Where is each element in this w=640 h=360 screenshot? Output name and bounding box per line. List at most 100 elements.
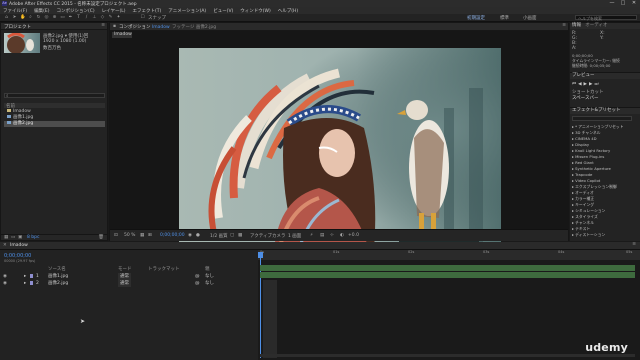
layer-mode[interactable]: 通常 bbox=[118, 280, 131, 287]
snapshot-icon[interactable]: ◉ bbox=[188, 233, 192, 238]
tab-timeline-comp[interactable]: Imadow bbox=[10, 243, 28, 248]
panel-menu-icon[interactable]: ≡ bbox=[101, 23, 105, 28]
comp-navigator-tab[interactable]: Imadow bbox=[112, 32, 132, 38]
layer-mode[interactable]: 通常 bbox=[118, 273, 131, 280]
clone-tool-icon[interactable]: ⊥ bbox=[92, 15, 97, 20]
menu-edit[interactable]: 編集(E) bbox=[34, 8, 49, 14]
tab-composition[interactable]: コンポジション Imadow bbox=[119, 24, 170, 30]
workspace-default[interactable]: 初期設定 bbox=[467, 15, 485, 21]
selection-tool-icon[interactable]: ➤ bbox=[12, 15, 17, 20]
layer-parent[interactable]: なし bbox=[205, 273, 214, 280]
menu-file[interactable]: ファイル(F) bbox=[3, 8, 27, 14]
color-channel-icon[interactable]: ● bbox=[196, 233, 200, 238]
pan-behind-tool-icon[interactable]: ⊕ bbox=[52, 15, 57, 20]
layer-parent[interactable]: なし bbox=[205, 280, 214, 287]
effect-category[interactable]: ▸ Knoll Light Factory bbox=[572, 148, 610, 153]
timeline-icon[interactable]: ▤ bbox=[320, 233, 324, 238]
col-trkmat[interactable]: トラックマット bbox=[148, 266, 180, 272]
pickwhip-icon[interactable]: @ bbox=[195, 273, 200, 280]
eraser-tool-icon[interactable]: ◇ bbox=[100, 15, 105, 20]
menu-composition[interactable]: コンポジション(C) bbox=[56, 8, 94, 14]
col-source-name[interactable]: ソース名 bbox=[48, 266, 66, 272]
workspace-small[interactable]: 小画面 bbox=[523, 15, 537, 21]
roi-icon[interactable]: ▢ bbox=[230, 233, 234, 238]
panel-menu-icon[interactable]: ≡ bbox=[632, 242, 636, 247]
time-ruler[interactable]: 0s 01s 02s 03s 04s 05s bbox=[258, 250, 640, 260]
flowchart-icon[interactable]: ⊹ bbox=[330, 233, 334, 238]
effect-category[interactable]: ▸ Display bbox=[572, 142, 589, 147]
effect-category[interactable]: ▸ CINEMA 4D bbox=[572, 136, 597, 141]
puppet-tool-icon[interactable]: ✦ bbox=[116, 15, 121, 20]
composition-viewer[interactable] bbox=[179, 48, 501, 250]
tab-project[interactable]: プロジェクト bbox=[4, 24, 31, 30]
lock-icon[interactable]: ▪ bbox=[113, 24, 116, 29]
effects-search-input[interactable] bbox=[572, 116, 632, 121]
project-search-input[interactable]: ⌕ bbox=[4, 93, 105, 99]
close-tab-icon[interactable]: ✕ bbox=[3, 243, 7, 248]
grid-icon[interactable]: ⊞ bbox=[148, 233, 152, 238]
last-frame-icon[interactable]: ⏭ bbox=[594, 82, 600, 87]
menu-window[interactable]: ウィンドウ(W) bbox=[240, 8, 270, 14]
bit-depth-label[interactable]: 8 bpc bbox=[27, 235, 39, 240]
resolution-dropdown[interactable]: 1/2 画質 bbox=[210, 233, 228, 239]
effect-category[interactable]: ▸ Missen Plug-ins bbox=[572, 154, 604, 159]
layer-bar[interactable] bbox=[260, 265, 635, 271]
roto-tool-icon[interactable]: ✎ bbox=[108, 15, 113, 20]
effect-category[interactable]: ▸ Video Copilot bbox=[572, 178, 600, 183]
pen-tool-icon[interactable]: ✒ bbox=[68, 15, 73, 20]
hand-tool-icon[interactable]: ✋ bbox=[20, 15, 26, 20]
type-tool-icon[interactable]: T bbox=[76, 15, 81, 20]
tab-info[interactable]: 情報 bbox=[572, 23, 581, 28]
col-parent[interactable]: 親 bbox=[205, 266, 210, 272]
exposure-icon[interactable]: ◐ bbox=[340, 233, 344, 238]
shape-tool-icon[interactable]: ▭ bbox=[60, 15, 65, 20]
timeline-scrollbar[interactable] bbox=[260, 354, 635, 357]
menu-effect[interactable]: エフェクト(T) bbox=[133, 8, 162, 14]
preview-panel-header[interactable]: プレビュー bbox=[570, 73, 640, 79]
brush-tool-icon[interactable]: / bbox=[84, 15, 89, 20]
menu-view[interactable]: ビュー(V) bbox=[213, 8, 233, 14]
layer-name[interactable]: 画像1.jpg bbox=[48, 273, 68, 280]
snap-checkbox-icon[interactable]: ☐ bbox=[140, 15, 145, 20]
help-search-input[interactable]: ヘルプを検索 bbox=[575, 15, 637, 21]
comp-timecode[interactable]: 0;00;00;00 bbox=[160, 233, 185, 238]
menu-help[interactable]: ヘルプ(H) bbox=[278, 8, 298, 14]
tab-audio[interactable]: オーディオ bbox=[585, 23, 607, 28]
effect-category[interactable]: ▸ ディストーション bbox=[572, 232, 605, 238]
home-icon[interactable]: ⌂ bbox=[4, 15, 9, 20]
zoom-dropdown[interactable]: 50 % bbox=[124, 233, 135, 238]
col-mode[interactable]: モード bbox=[118, 266, 132, 272]
layer-bar[interactable] bbox=[260, 272, 635, 278]
magnify-icon[interactable]: ⊡ bbox=[114, 233, 118, 238]
panel-menu-icon[interactable]: ≡ bbox=[562, 23, 566, 28]
camera-tool-icon[interactable]: ◎ bbox=[44, 15, 49, 20]
effect-category[interactable]: ▸ Trapcode bbox=[572, 172, 592, 177]
effect-category[interactable]: ▸ Synthetic Aperture bbox=[572, 166, 611, 171]
camera-dropdown[interactable]: アクティブカメラ bbox=[250, 233, 286, 239]
visibility-icon[interactable]: ◉ bbox=[3, 273, 7, 280]
minimize-button[interactable]: — bbox=[608, 0, 616, 6]
pickwhip-icon[interactable]: @ bbox=[195, 280, 200, 287]
transparency-grid-icon[interactable]: ▩ bbox=[238, 233, 242, 238]
table-row[interactable]: ◉ ▸ 2 画像2.jpg 通常 @ なし bbox=[0, 280, 258, 287]
table-row[interactable]: ◉ ▸ 1 画像1.jpg 通常 @ なし bbox=[0, 273, 258, 280]
zoom-tool-icon[interactable]: ⌕ bbox=[28, 15, 33, 20]
layer-label-color[interactable] bbox=[30, 274, 33, 278]
layer-name[interactable]: 画像2.jpg bbox=[48, 280, 68, 287]
list-item[interactable]: 画像2.jpg bbox=[4, 121, 105, 127]
views-dropdown[interactable]: 1 画面 bbox=[288, 233, 301, 239]
tab-footage[interactable]: フッテージ 画像2.jpg bbox=[172, 24, 216, 30]
visibility-icon[interactable]: ◉ bbox=[3, 280, 7, 287]
close-button[interactable]: ✕ bbox=[630, 0, 638, 6]
effects-panel-header[interactable]: エフェクト&プリセット bbox=[570, 108, 640, 114]
workspace-standard[interactable]: 標準 bbox=[500, 15, 509, 21]
expand-icon[interactable]: ▸ bbox=[24, 273, 26, 280]
exposure-value[interactable]: +0.0 bbox=[348, 233, 359, 238]
menu-animation[interactable]: アニメーション(A) bbox=[168, 8, 206, 14]
interpret-footage-icon[interactable]: ▦ bbox=[4, 235, 8, 240]
menu-layer[interactable]: レイヤー(L) bbox=[102, 8, 126, 14]
layer-label-color[interactable] bbox=[30, 281, 33, 285]
effect-category[interactable]: ▸ Red Giant bbox=[572, 160, 594, 165]
trash-icon[interactable]: 🗑 bbox=[98, 235, 104, 240]
safe-zones-icon[interactable]: ▦ bbox=[140, 233, 144, 238]
